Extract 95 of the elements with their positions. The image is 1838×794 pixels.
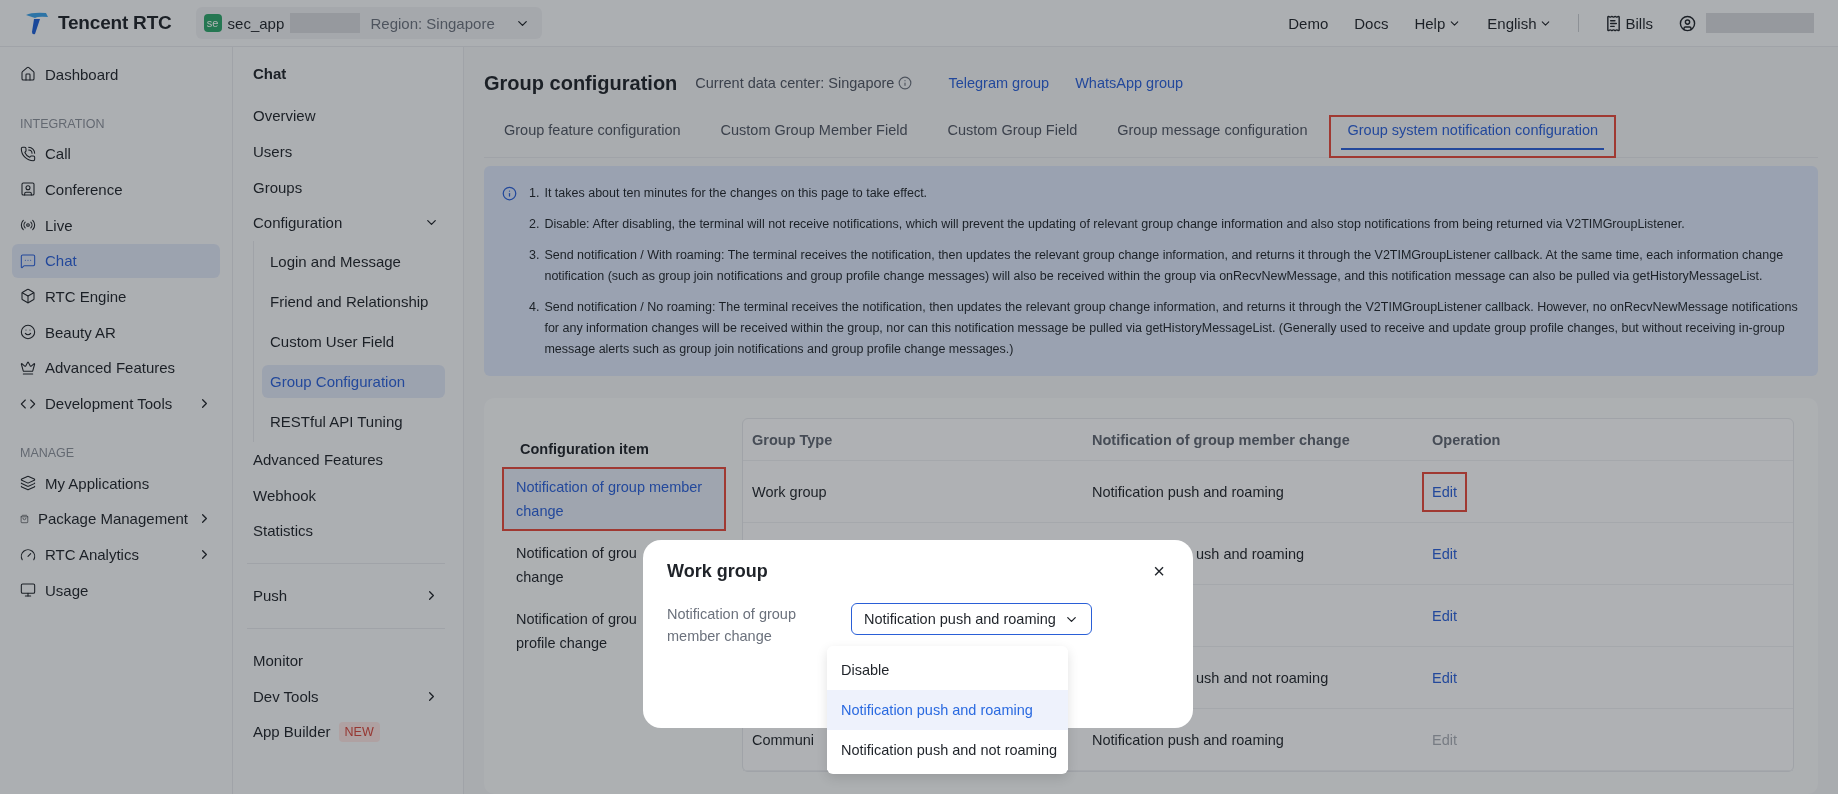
bills-link[interactable]: Bills	[1605, 14, 1653, 32]
subnav-item[interactable]: Dev Tools	[247, 678, 445, 714]
group-link[interactable]: WhatsApp group	[1075, 75, 1184, 91]
nav-item[interactable]: Call	[12, 136, 220, 171]
column-heading: Configuration item	[519, 440, 650, 459]
smile-icon	[20, 324, 36, 341]
nav-item[interactable]: My Applications	[12, 466, 220, 501]
note-number: 2.	[529, 216, 540, 233]
dropdown-option[interactable]: Notification push and not roaming	[827, 730, 1068, 770]
column-header: Operation	[1431, 430, 1502, 450]
subnav-item[interactable]: App Builder NEW	[247, 713, 445, 750]
crown-icon	[20, 359, 36, 376]
chat-bubble-icon	[20, 252, 36, 269]
column-header: Group Type	[751, 430, 834, 450]
section-title: Chat	[252, 64, 288, 84]
phone-icon	[20, 145, 36, 162]
table-cell: Notification push and roaming	[1092, 483, 1284, 500]
nav-item[interactable]: RTC Analytics	[12, 537, 220, 572]
top-link[interactable]: Demo	[1288, 14, 1329, 32]
nav-section-heading: MANAGE	[19, 445, 76, 463]
app-selector[interactable]: se sec_app Region: Singapore	[195, 7, 542, 39]
tab[interactable]: Custom Group Member Field	[702, 115, 926, 158]
column-header: Notification of group member change	[1091, 430, 1351, 450]
page-title: Group configuration	[484, 71, 678, 95]
nav-item[interactable]: RTC Engine	[12, 279, 220, 314]
nav-item[interactable]: Development Tools	[12, 386, 220, 421]
subnav-item[interactable]: Configuration	[247, 205, 445, 241]
layers-icon	[20, 475, 36, 492]
info-icon	[502, 186, 517, 201]
tab[interactable]: Custom Group Field	[929, 115, 1096, 158]
edit-link[interactable]: Edit	[1422, 595, 1467, 636]
top-link[interactable]: Docs	[1354, 14, 1389, 32]
data-center-label: Current data center: Singapore	[695, 75, 895, 91]
table-cell: ush and roaming	[1196, 545, 1304, 562]
tab[interactable]: Group system notification configuration	[1329, 115, 1617, 158]
subnav-item[interactable]: Friend and Relationship	[262, 284, 445, 318]
subnav-item[interactable]: Statistics	[247, 513, 445, 549]
id-card-icon	[20, 181, 36, 198]
app-badge: se	[203, 14, 222, 32]
logo-icon	[24, 10, 50, 36]
app-name: sec_app	[227, 14, 285, 32]
monitor-icon	[20, 582, 36, 599]
table-cell: ush and not roaming	[1196, 669, 1329, 686]
close-button[interactable]: ×	[1149, 560, 1169, 583]
config-item[interactable]: Notification of group member change	[502, 467, 726, 531]
note-text: Send notification / With roaming: The terminal receives the notification, then updates the relevant group change information, and returns it through the V2TIMGroupListener callback. At the same time, each information change notification (such as group join notifications and group profile change messages) will also be received within the group via onRecvNewMessage, and this notification message can also be pulled via getHistoryMessageList.	[544, 247, 1785, 285]
note-number: 3.	[529, 247, 540, 264]
nav-item[interactable]: Usage	[12, 573, 220, 608]
top-link[interactable]: Help	[1414, 14, 1462, 32]
nav-item[interactable]: Conference	[12, 172, 220, 207]
new-badge: NEW	[338, 721, 380, 742]
subnav-item[interactable]: RESTful API Tuning	[262, 404, 445, 438]
nav-item[interactable]: Dashboard	[12, 57, 220, 91]
table-cell: Work group	[752, 483, 827, 500]
nav-item[interactable]: Live	[12, 208, 220, 243]
dropdown-option[interactable]: Disable	[827, 650, 1068, 690]
gauge-icon	[20, 546, 36, 563]
subnav-item[interactable]: Webhook	[247, 477, 445, 514]
edit-link[interactable]: Edit	[1422, 471, 1467, 512]
table-cell: Notification push and roaming	[1092, 731, 1284, 748]
edit-link[interactable]: Edit	[1422, 657, 1467, 698]
tab[interactable]: Group message configuration	[1099, 115, 1326, 158]
info-icon	[898, 76, 913, 90]
home-icon	[20, 66, 36, 82]
subnav-item[interactable]: Login and Message	[262, 244, 445, 278]
table-cell: Communi	[752, 731, 815, 748]
user-icon	[1679, 14, 1696, 32]
subnav-item[interactable]: Push	[247, 577, 445, 614]
subnav-item[interactable]: Users	[247, 133, 445, 170]
notification-select[interactable]: Notification push and roaming	[851, 603, 1092, 635]
tab[interactable]: Group feature configuration	[486, 115, 699, 158]
group-link[interactable]: Telegram group	[948, 75, 1050, 91]
note-text: Disable: After disabling, the terminal will not receive notifications, which will prevent the updating of relevant group change information and also stop notifications from being returned via V2TIMGroupListener.	[544, 216, 1685, 233]
subnav-item[interactable]: Monitor	[247, 642, 445, 679]
cube-icon	[20, 288, 36, 305]
nav-section-heading: INTEGRATION	[19, 115, 106, 133]
note-text: Send notification / No roaming: The terminal receives the notification, then updates the relevant group change information, and returns it through the V2TIMGroupListener callback. However, no onRecvNewMessage notifications for any information changes will be received within the group, nor can this notification message be pulled via getHistoryMessageList. (Generally used to receive and update group profile changes, but without receiving in-group message alerts such as group join notifications and group profile change messages.)	[544, 299, 1798, 358]
subnav-item[interactable]: Overview	[247, 98, 445, 134]
subnav-item[interactable]: Advanced Features	[247, 441, 445, 478]
brand-name: Tencent RTC	[58, 12, 172, 34]
dropdown-option[interactable]: Notification push and roaming	[827, 690, 1068, 730]
region-label: Region: Singapore	[369, 14, 495, 32]
subnav-item[interactable]: Groups	[247, 169, 445, 206]
nav-item[interactable]: Package Management	[12, 501, 220, 536]
receipt-icon	[1605, 14, 1623, 32]
note-number: 4.	[529, 299, 540, 316]
nav-item[interactable]: Beauty AR	[12, 315, 220, 350]
dialog-title: Work group	[667, 561, 768, 582]
subnav-item[interactable]: Custom User Field	[262, 324, 445, 358]
top-link[interactable]: English	[1487, 14, 1553, 32]
nav-item[interactable]: Advanced Features	[12, 350, 220, 385]
field-label: Notification of group member change	[667, 605, 797, 646]
note-number: 1.	[529, 185, 540, 202]
edit-link[interactable]: Edit	[1422, 533, 1467, 574]
note-text: It takes about ten minutes for the changes on this page to take effect.	[544, 185, 928, 202]
